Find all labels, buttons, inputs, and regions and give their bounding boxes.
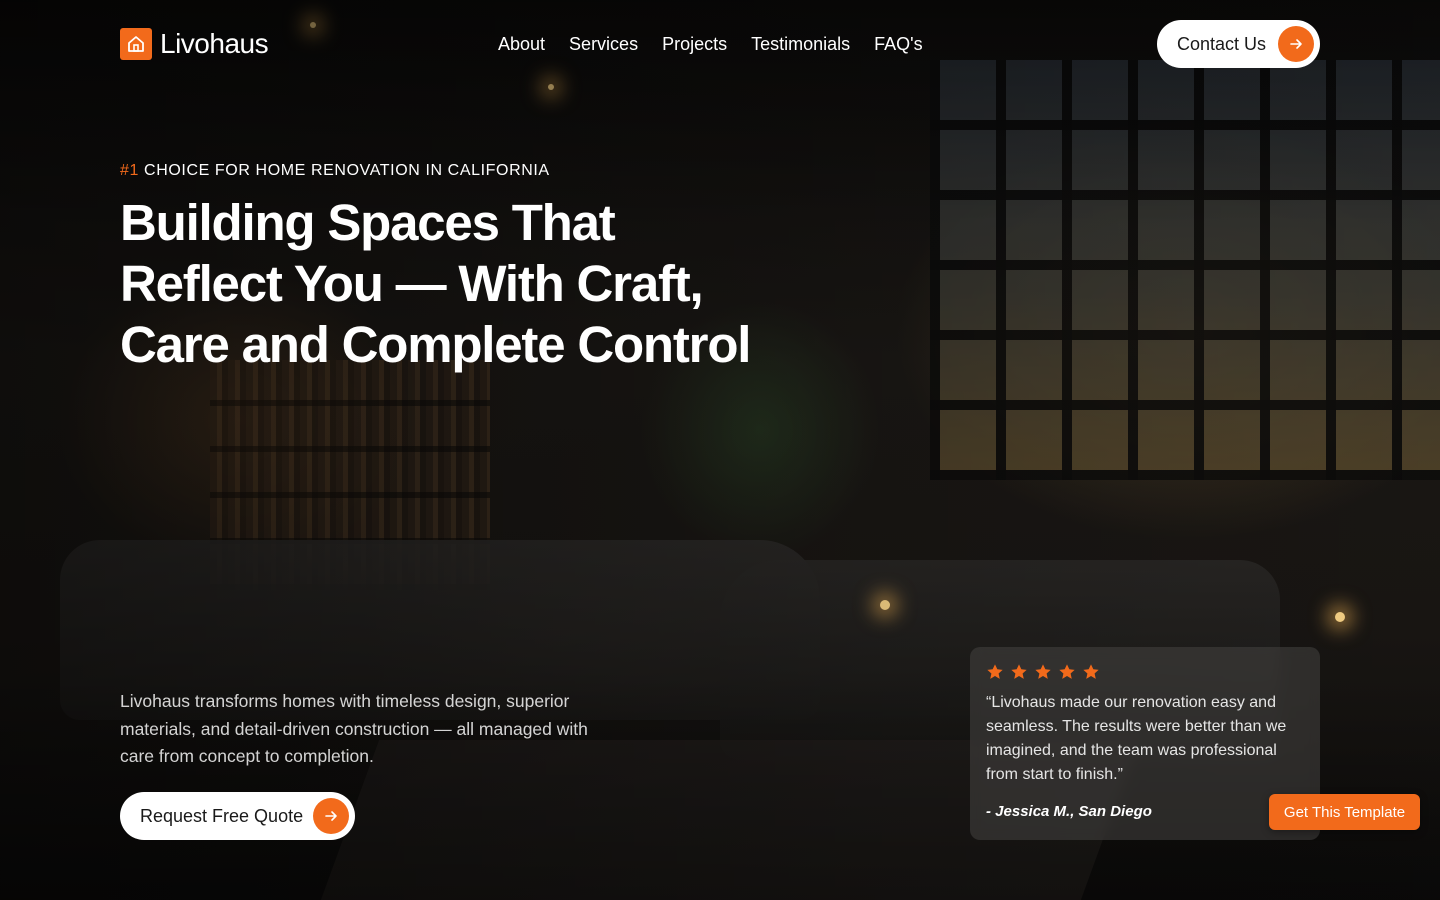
brand-name: Livohaus [160, 28, 269, 59]
eyebrow-rank: #1 [120, 162, 139, 179]
arrow-right-icon [313, 798, 349, 834]
brand-logo[interactable]: Livohaus [120, 28, 269, 60]
star-rating [986, 663, 1304, 681]
nav-link-projects[interactable]: Projects [662, 34, 727, 55]
eyebrow-text: CHOICE FOR HOME RENOVATION IN CALIFORNIA [144, 162, 550, 179]
hero-description: Livohaus transforms homes with timeless … [120, 691, 588, 766]
main-nav: About Services Projects Testimonials FAQ… [498, 34, 923, 55]
testimonial-card: “Livohaus made our renovation easy and s… [970, 647, 1320, 840]
request-quote-button[interactable]: Request Free Quote [120, 792, 355, 840]
hero-eyebrow: #1 CHOICE FOR HOME RENOVATION IN CALIFOR… [120, 162, 550, 180]
star-icon [1011, 664, 1027, 679]
arrow-right-icon [1278, 26, 1314, 62]
contact-us-label: Contact Us [1177, 33, 1267, 54]
testimonial-author: - Jessica M., San Diego [986, 803, 1152, 820]
request-quote-label: Request Free Quote [140, 805, 304, 826]
contact-us-button[interactable]: Contact Us [1157, 20, 1320, 68]
testimonial-quote: “Livohaus made our renovation easy and s… [986, 694, 1287, 783]
get-template-button[interactable]: Get This Template [1269, 794, 1420, 830]
star-icon [1059, 664, 1075, 679]
nav-link-services[interactable]: Services [569, 34, 638, 55]
star-icon [987, 664, 1003, 679]
nav-link-testimonials[interactable]: Testimonials [751, 34, 850, 55]
hero-headline: Building Spaces That Reflect You — With … [120, 194, 751, 373]
star-icon [1035, 664, 1051, 679]
site-header: Livohaus About Services Projects Testimo… [0, 0, 1440, 88]
star-icon [1083, 664, 1099, 679]
nav-link-about[interactable]: About [498, 34, 545, 55]
nav-link-faqs[interactable]: FAQ's [874, 34, 922, 55]
house-icon [120, 28, 152, 60]
